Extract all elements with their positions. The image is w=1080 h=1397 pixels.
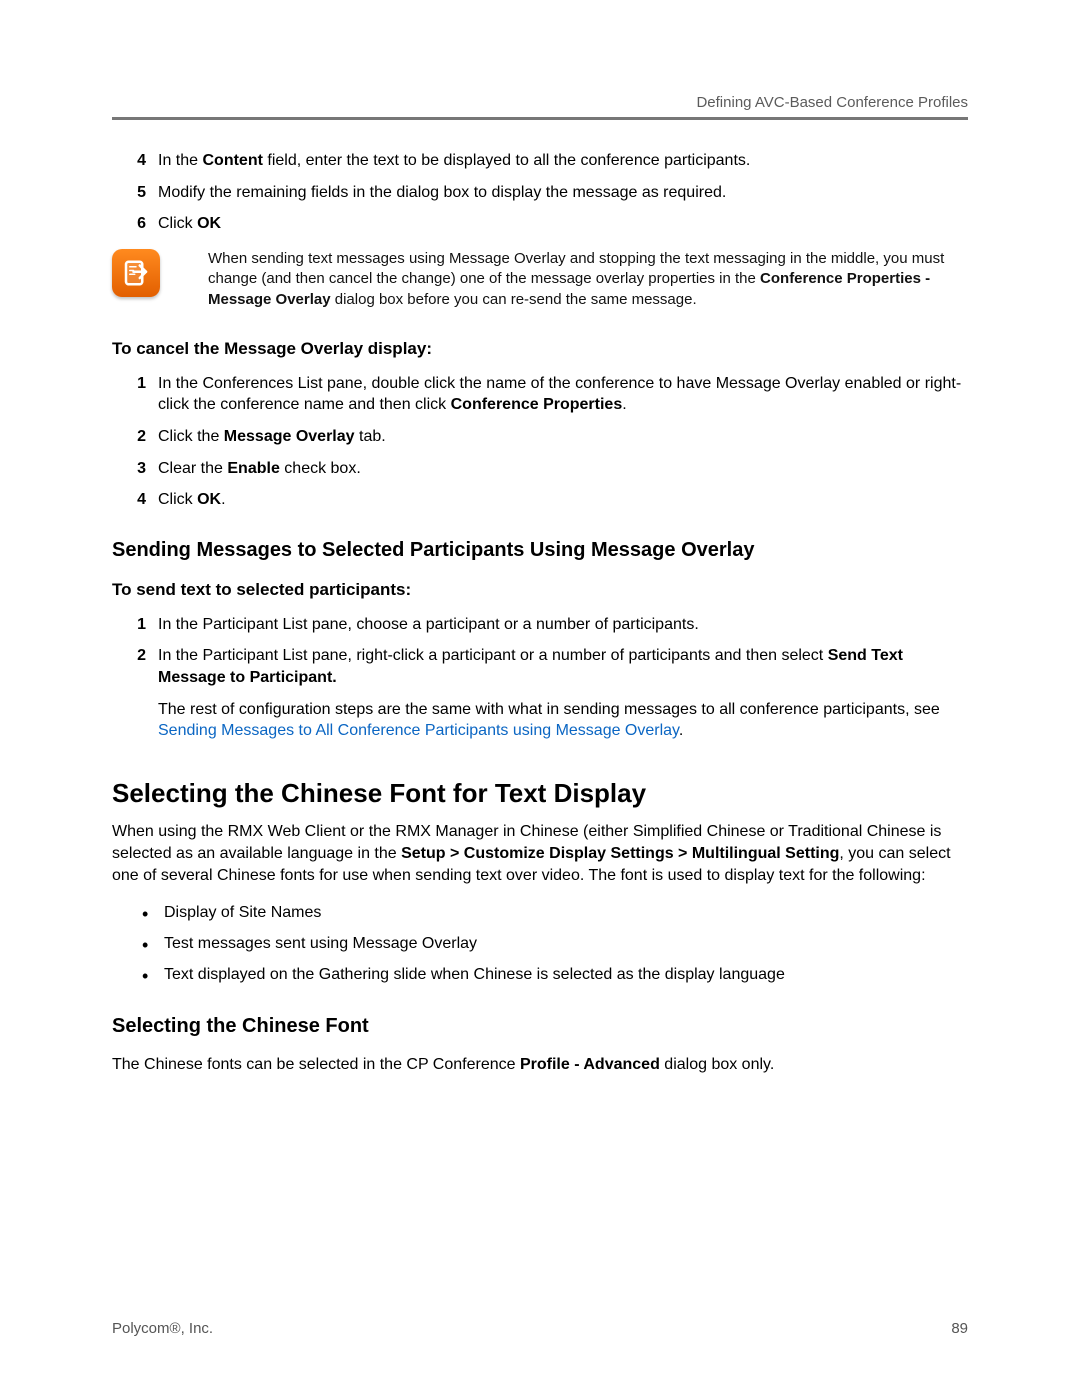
step-number: 5 — [112, 182, 158, 204]
step-5: 5 Modify the remaining fields in the dia… — [112, 182, 968, 204]
header-rule — [112, 117, 968, 120]
page: Defining AVC-Based Conference Profiles 4… — [0, 0, 1080, 1397]
step-text: Click the Message Overlay tab. — [158, 426, 968, 448]
step-text: In the Participant List pane, choose a p… — [158, 614, 968, 636]
cancel-step-4: 4 Click OK. — [112, 489, 968, 511]
step-text: Clear the Enable check box. — [158, 458, 968, 480]
bullet-item: Test messages sent using Message Overlay — [112, 932, 968, 955]
chinese-font-h2: Selecting the Chinese Font — [112, 1015, 968, 1038]
step-text: Click OK — [158, 213, 968, 235]
step-number: 1 — [112, 614, 158, 636]
step-6: 6 Click OK — [112, 213, 968, 235]
step-number: 3 — [112, 458, 158, 480]
step-number: 4 — [112, 150, 158, 172]
cancel-step-1: 1 In the Conferences List pane, double c… — [112, 373, 968, 416]
step-text: In the Content field, enter the text to … — [158, 150, 968, 172]
bullet-item: Text displayed on the Gathering slide wh… — [112, 963, 968, 986]
followup-pre: The rest of configuration steps are the … — [158, 701, 940, 718]
followup-post: . — [679, 722, 683, 739]
cancel-overlay-heading: To cancel the Message Overlay display: — [112, 339, 968, 359]
step-text: The rest of configuration steps are the … — [158, 699, 968, 742]
note-text: When sending text messages using Message… — [208, 249, 968, 311]
page-footer: Polycom®, Inc. 89 — [112, 1320, 968, 1337]
step-number: 2 — [112, 426, 158, 448]
chinese-font-intro: When using the RMX Web Client or the RMX… — [112, 821, 968, 887]
step-text: In the Participant List pane, right-clic… — [158, 645, 968, 688]
footer-page-number: 89 — [951, 1320, 968, 1337]
step-text: In the Conferences List pane, double cli… — [158, 373, 968, 416]
step-text: Click OK. — [158, 489, 968, 511]
cross-reference-link[interactable]: Sending Messages to All Conference Parti… — [158, 722, 679, 739]
cancel-step-2: 2 Click the Message Overlay tab. — [112, 426, 968, 448]
step-4: 4 In the Content field, enter the text t… — [112, 150, 968, 172]
selected-participants-subhead: To send text to selected participants: — [112, 580, 968, 600]
selected-followup: The rest of configuration steps are the … — [112, 699, 968, 742]
note-callout: When sending text messages using Message… — [112, 249, 968, 311]
step-number: 2 — [112, 645, 158, 667]
step-number: 1 — [112, 373, 158, 395]
cancel-step-3: 3 Clear the Enable check box. — [112, 458, 968, 480]
steps-continue: 4 In the Content field, enter the text t… — [112, 150, 968, 235]
step-number: 4 — [112, 489, 158, 511]
chinese-font-h1: Selecting the Chinese Font for Text Disp… — [112, 778, 968, 809]
step-number: 6 — [112, 213, 158, 235]
selected-step-1: 1 In the Participant List pane, choose a… — [112, 614, 968, 636]
chinese-font-bullets: Display of Site Names Test messages sent… — [112, 901, 968, 987]
chinese-font-para: The Chinese fonts can be selected in the… — [112, 1054, 968, 1076]
step-text: Modify the remaining fields in the dialo… — [158, 182, 968, 204]
bullet-item: Display of Site Names — [112, 901, 968, 924]
note-icon — [112, 249, 160, 297]
selected-participants-heading: Sending Messages to Selected Participant… — [112, 539, 968, 562]
cancel-overlay-steps: 1 In the Conferences List pane, double c… — [112, 373, 968, 511]
running-header: Defining AVC-Based Conference Profiles — [112, 94, 968, 111]
selected-participants-steps: 1 In the Participant List pane, choose a… — [112, 614, 968, 742]
footer-company: Polycom®, Inc. — [112, 1320, 213, 1337]
selected-step-2: 2 In the Participant List pane, right-cl… — [112, 645, 968, 688]
